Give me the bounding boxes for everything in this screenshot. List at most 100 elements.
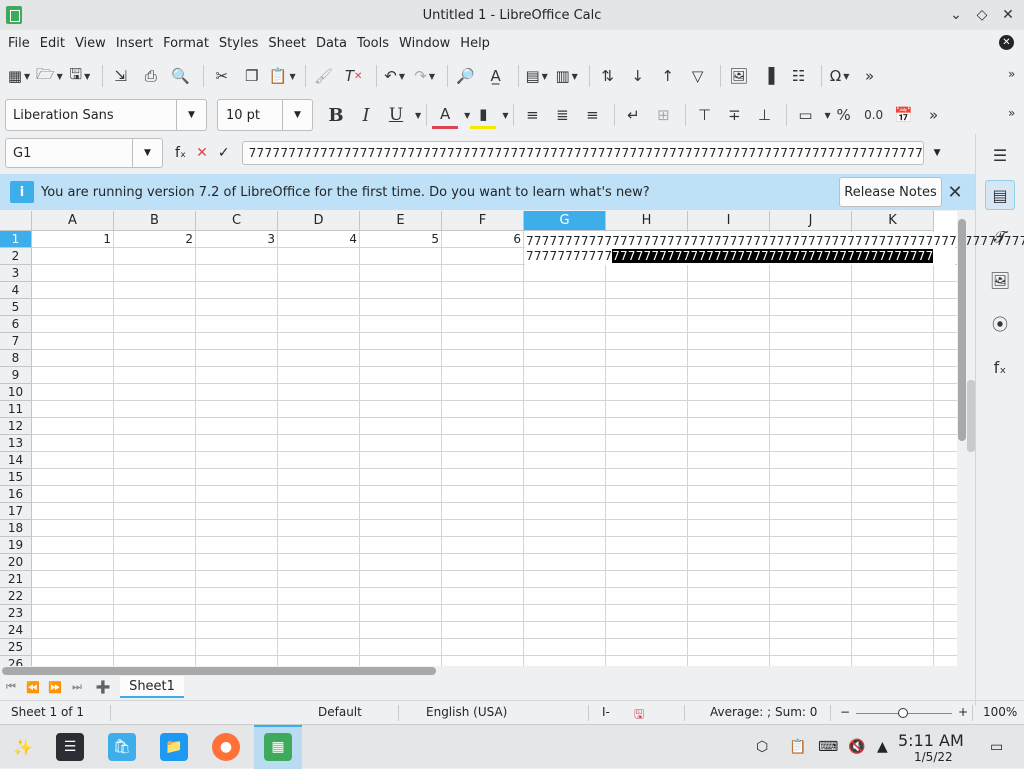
column-header-d[interactable]: D [278, 211, 360, 231]
row-header-11[interactable]: 11 [0, 401, 32, 418]
new-spreadsheet-icon[interactable]: ▦ ▼ [6, 62, 32, 90]
align-left-icon[interactable]: ≡ [519, 101, 545, 129]
insert-chart-icon[interactable]: ▐ [756, 62, 782, 90]
formula-input[interactable]: 7777777777777777777777777777777777777777… [241, 141, 924, 165]
row-header-22[interactable]: 22 [0, 588, 32, 605]
sort-ascending-icon[interactable]: ↓ [625, 62, 651, 90]
align-top-icon[interactable]: ⊤ [691, 101, 717, 129]
date-format-icon[interactable]: 📅 [891, 101, 917, 129]
column-icon[interactable]: ▥ ▼ [554, 62, 580, 90]
cell-f1[interactable]: 6 [442, 231, 524, 248]
row-header-8[interactable]: 8 [0, 350, 32, 367]
row-header-25[interactable]: 25 [0, 639, 32, 656]
keyboard-icon[interactable]: ⌨ [818, 739, 838, 755]
redo-icon[interactable]: ↷ ▼ [412, 62, 438, 90]
cut-icon[interactable]: ✂ [209, 62, 235, 90]
row-header-24[interactable]: 24 [0, 622, 32, 639]
bold-button[interactable]: B [323, 101, 349, 129]
accept-icon[interactable]: ✓ [218, 145, 230, 161]
info-close-icon[interactable]: ✕ [945, 181, 965, 203]
gallery-icon[interactable]: 🖼 [985, 265, 1015, 295]
sidebar-resize-handle[interactable] [967, 380, 975, 452]
next-sheet-icon[interactable]: ⏩ [44, 681, 66, 694]
cell-a1[interactable]: 1 [32, 231, 114, 248]
spreadsheet-grid[interactable]: ABCDEFGHIJK 1 2 3 4 5 6 7 8 9 10 11 12 13 14 15 16 17 18 1… [0, 211, 957, 666]
cell-e1[interactable]: 5 [360, 231, 442, 248]
toolbar-overflow-icon[interactable]: » [1008, 67, 1015, 81]
vertical-scroll-thumb[interactable] [958, 219, 966, 441]
row-header-20[interactable]: 20 [0, 554, 32, 571]
clock-time[interactable]: 5:11 AM [898, 731, 964, 750]
row-header-3[interactable]: 3 [0, 265, 32, 282]
undo-icon[interactable]: ↶ ▼ [382, 62, 408, 90]
discover-icon[interactable]: 🛍 [108, 733, 136, 761]
highlight-color-icon[interactable]: ▮ [470, 101, 497, 129]
zoom-level[interactable]: 100% [983, 705, 1017, 719]
menu-styles[interactable]: Styles [214, 36, 263, 51]
row-header-7[interactable]: 7 [0, 333, 32, 350]
column-header-h[interactable]: H [606, 211, 688, 231]
cancel-icon[interactable]: ✕ [196, 145, 208, 161]
insert-mode-icon[interactable]: I‐ [602, 705, 610, 719]
row-header-4[interactable]: 4 [0, 282, 32, 299]
cell-g1-wrapped-text[interactable]: 7777777777777777777777777777777777777777… [526, 248, 934, 264]
row-header-2[interactable]: 2 [0, 248, 32, 265]
percent-format-icon[interactable]: % [831, 101, 857, 129]
align-right-icon[interactable]: ≡ [579, 101, 605, 129]
horizontal-scrollbar[interactable] [0, 666, 957, 676]
menu-sheet[interactable]: Sheet [263, 36, 311, 51]
file-manager-icon[interactable]: 📁 [160, 733, 188, 761]
save-icon[interactable]: 🖫 ▼ [67, 62, 93, 90]
row-header-21[interactable]: 21 [0, 571, 32, 588]
row-header-5[interactable]: 5 [0, 299, 32, 316]
row-header-10[interactable]: 10 [0, 384, 32, 401]
menu-view[interactable]: View [70, 36, 111, 51]
first-sheet-icon[interactable]: ⏮ [0, 680, 22, 694]
vertical-scrollbar[interactable] [957, 211, 967, 666]
currency-format-icon[interactable]: ▭ [792, 101, 818, 129]
clone-formatting-icon[interactable]: 🖌 [311, 62, 337, 90]
function-wizard-icon[interactable]: fₓ [175, 145, 186, 161]
cell-c1[interactable]: 3 [196, 231, 278, 248]
more-formatting-icon[interactable]: » [921, 101, 947, 129]
row-header-17[interactable]: 17 [0, 503, 32, 520]
horizontal-scroll-thumb[interactable] [2, 667, 436, 675]
paste-icon[interactable]: 📋 ▼ [269, 62, 296, 90]
menu-edit[interactable]: Edit [35, 36, 70, 51]
number-format-icon[interactable]: 0.0 [861, 101, 887, 129]
select-all-corner[interactable] [0, 211, 32, 231]
column-header-f[interactable]: F [442, 211, 524, 231]
open-folder-icon[interactable]: 🗁 ▼ [36, 62, 63, 90]
insert-image-icon[interactable]: 🖼 [726, 62, 752, 90]
autofilter-icon[interactable]: ▽ [685, 62, 711, 90]
add-sheet-icon[interactable]: ➕ [92, 680, 114, 694]
wrap-text-icon[interactable]: ↵ [620, 101, 646, 129]
last-sheet-icon[interactable]: ⏭ [66, 680, 88, 694]
tray-expand-icon[interactable]: ▲ [877, 739, 888, 755]
network-icon[interactable]: ⬡ [756, 739, 768, 755]
menu-insert[interactable]: Insert [111, 36, 158, 51]
center-vertically-icon[interactable]: ∓ [721, 101, 747, 129]
row-header-16[interactable]: 16 [0, 486, 32, 503]
release-notes-button[interactable]: Release Notes [839, 177, 942, 207]
expand-formula-bar-icon[interactable]: ▼ [934, 148, 941, 158]
language[interactable]: English (USA) [426, 705, 507, 719]
spelling-icon[interactable]: A̲ [483, 62, 509, 90]
font-color-icon[interactable]: A [432, 101, 459, 129]
menu-data[interactable]: Data [311, 36, 352, 51]
close-icon[interactable]: ✕ [1000, 5, 1016, 25]
clear-formatting-icon[interactable]: T ✕ [341, 62, 367, 90]
font-name-input[interactable]: Liberation Sans [5, 99, 177, 131]
font-name-dropdown[interactable]: ▼ [177, 99, 207, 131]
more-toolbar-icon[interactable]: » [857, 62, 883, 90]
find-replace-icon[interactable]: 🔎 [453, 62, 479, 90]
menu-help[interactable]: Help [455, 36, 495, 51]
row-header-26[interactable]: 26 [0, 656, 32, 666]
column-header-i[interactable]: I [688, 211, 770, 231]
row-header-19[interactable]: 19 [0, 537, 32, 554]
menu-format[interactable]: Format [158, 36, 214, 51]
row-header-18[interactable]: 18 [0, 520, 32, 537]
underline-button[interactable]: U [383, 101, 409, 129]
merge-cells-icon[interactable]: ⊞ [650, 101, 676, 129]
name-box[interactable]: G1 [5, 138, 133, 168]
